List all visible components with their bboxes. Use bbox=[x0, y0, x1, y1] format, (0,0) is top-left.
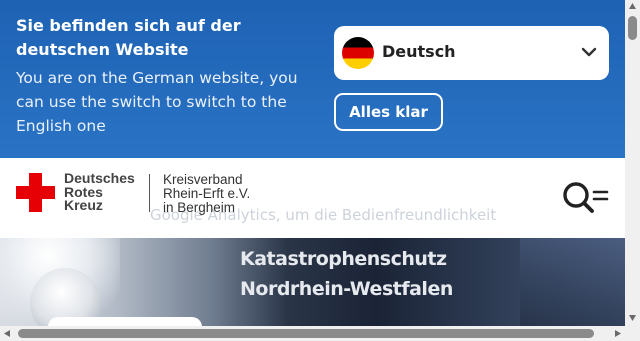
scroll-left-arrow-icon[interactable] bbox=[3, 329, 11, 338]
scroll-down-arrow-icon[interactable] bbox=[628, 314, 637, 322]
logo-divider bbox=[149, 174, 150, 212]
vehicle-lettering: Katastrophenschutz Nordrhein-Westfalen bbox=[240, 244, 453, 304]
banner-text: You are on the German website, you can u… bbox=[16, 69, 298, 135]
banner-title: Sie befinden sich auf der deutschen Webs… bbox=[16, 16, 241, 59]
jacket-shape bbox=[520, 238, 625, 326]
sub-org-line: Rhein-Erft e.V. bbox=[163, 186, 251, 201]
scroll-right-arrow-icon[interactable] bbox=[614, 329, 622, 338]
vertical-scroll-thumb[interactable] bbox=[628, 16, 637, 40]
chevron-down-icon bbox=[581, 47, 597, 57]
search-menu-icon[interactable] bbox=[561, 180, 609, 214]
vehicle-lettering-line: Nordrhein-Westfalen bbox=[240, 278, 453, 300]
vehicle-lettering-line: Katastrophenschutz bbox=[240, 248, 447, 270]
horizontal-scroll-thumb[interactable] bbox=[18, 329, 594, 338]
language-select-value: Deutsch bbox=[382, 42, 456, 61]
language-banner: Sie befinden sich auf der deutschen Webs… bbox=[0, 0, 625, 158]
content-card-top bbox=[48, 317, 202, 326]
org-name[interactable]: Deutsches Rotes Kreuz bbox=[64, 171, 135, 213]
language-select[interactable]: Deutsch bbox=[334, 26, 609, 80]
org-name-line: Kreuz bbox=[64, 197, 103, 213]
vertical-scrollbar[interactable] bbox=[625, 0, 640, 326]
sub-org-name[interactable]: Kreisverband Rhein-Erft e.V. in Bergheim bbox=[163, 173, 250, 215]
german-flag-icon bbox=[342, 37, 374, 69]
site-header: Google Analytics, um die Bedienfreundlic… bbox=[0, 158, 625, 238]
sub-org-line: Kreisverband bbox=[163, 172, 243, 187]
hero-image: Katastrophenschutz Nordrhein-Westfalen bbox=[0, 238, 625, 326]
confirm-language-button[interactable]: Alles klar bbox=[334, 93, 443, 131]
horizontal-scrollbar[interactable] bbox=[0, 326, 640, 341]
scroll-up-arrow-icon[interactable] bbox=[628, 2, 637, 10]
sub-org-line: in Bergheim bbox=[163, 200, 236, 215]
red-cross-icon[interactable] bbox=[16, 173, 55, 212]
